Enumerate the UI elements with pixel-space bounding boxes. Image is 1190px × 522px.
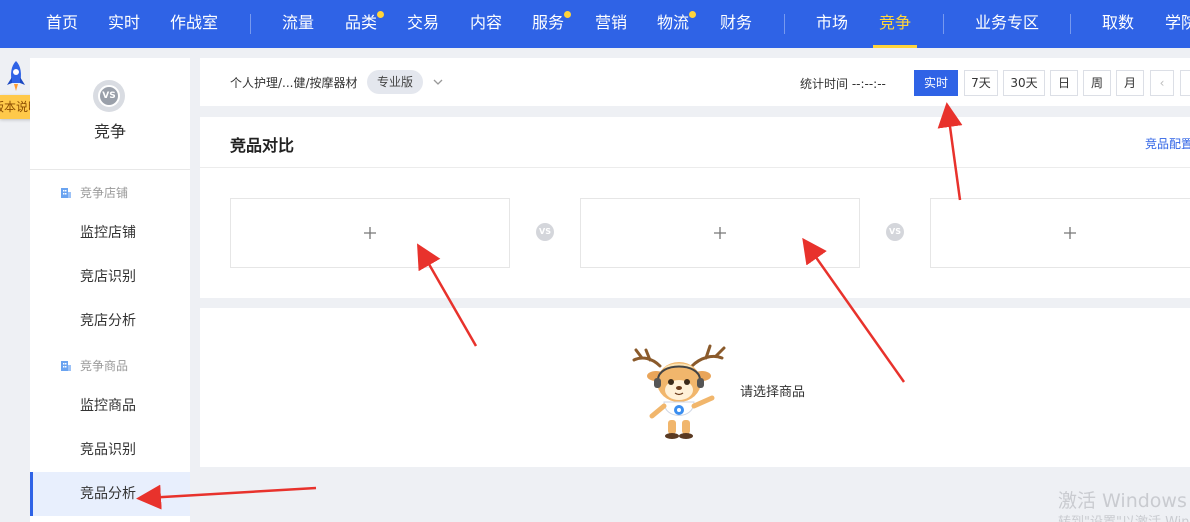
category-breadcrumb[interactable]: 个人护理/...健/按摩器材	[230, 74, 358, 91]
vs-logo-icon: VS	[93, 80, 125, 112]
nav-home[interactable]: 首页	[46, 0, 78, 48]
building-icon	[61, 360, 71, 371]
sidebar-group-competing-shops: 竞争店铺	[60, 184, 128, 201]
sidebar-item-product-analysis[interactable]: 竞品分析	[30, 472, 190, 516]
nav-service[interactable]: 服务	[532, 0, 572, 48]
nav-logistics-label: 物流	[657, 13, 690, 32]
nav-separator	[250, 14, 251, 34]
stat-time-label: 统计时间 --:--:--	[800, 77, 886, 91]
nav-business-zone[interactable]: 业务专区	[975, 0, 1039, 48]
nav-war-room[interactable]: 作战室	[170, 0, 218, 48]
nav-separator	[1070, 14, 1071, 34]
nav-finance[interactable]: 财务	[720, 0, 752, 48]
period-month-button[interactable]: 月	[1116, 70, 1144, 96]
next-period-button[interactable]	[1180, 70, 1190, 96]
compare-card-title: 竞品对比	[230, 136, 295, 155]
period-week-button[interactable]: 周	[1083, 70, 1111, 96]
add-product-slot-3[interactable]	[930, 198, 1190, 268]
nav-separator	[784, 14, 785, 34]
nav-content[interactable]: 内容	[470, 0, 502, 48]
filter-bar: 个人护理/...健/按摩器材 专业版 统计时间 --:--:-- 实时 7天 3…	[200, 58, 1190, 106]
sidebar-group-label: 竞争商品	[80, 359, 129, 373]
nav-logistics[interactable]: 物流	[657, 0, 697, 48]
vs-icon: VS	[536, 223, 554, 241]
plus-icon	[1064, 227, 1076, 239]
product-config-link[interactable]: 竞品配置	[1145, 135, 1190, 152]
compare-card: 竞品对比 竞品配置 VS VS	[200, 117, 1190, 298]
add-product-slot-1[interactable]	[230, 198, 510, 268]
notification-dot	[377, 11, 385, 18]
sidebar-item-shop-identify[interactable]: 竞店识别	[30, 255, 190, 299]
nav-service-label: 服务	[532, 13, 565, 32]
top-navigation: 首页 实时 作战室 流量 品类 交易 内容 服务 营销 物流 财务 市场 竞争 …	[0, 0, 1190, 48]
plus-icon	[714, 227, 726, 239]
plus-icon	[364, 227, 376, 239]
nav-competition[interactable]: 竞争	[872, 0, 918, 48]
sidebar-item-monitor-shops[interactable]: 监控店铺	[30, 211, 190, 255]
sidebar-title: 竞争	[93, 122, 126, 141]
left-tool-strip	[0, 48, 30, 522]
empty-state-message: 请选择商品	[740, 385, 806, 400]
sidebar-group-competing-products: 竞争商品	[60, 357, 128, 374]
nav-traffic[interactable]: 流量	[282, 0, 314, 48]
nav-academy[interactable]: 学院	[1165, 0, 1190, 48]
nav-trade[interactable]: 交易	[407, 0, 439, 48]
nav-category-label: 品类	[345, 13, 378, 32]
prev-period-button[interactable]: ‹	[1150, 70, 1174, 96]
sidebar-header: VS 竞争	[30, 58, 190, 170]
nav-data-fetch[interactable]: 取数	[1102, 0, 1134, 48]
building-icon	[61, 187, 71, 198]
nav-separator	[943, 14, 944, 34]
sidebar-item-shop-analysis[interactable]: 竞店分析	[30, 299, 190, 343]
chevron-down-icon[interactable]	[432, 76, 444, 88]
empty-state-card: 请选择商品	[200, 308, 1190, 467]
divider	[200, 167, 1190, 168]
windows-activation-watermark-sub: 转到"设置"以激活 Windows。	[1058, 511, 1190, 522]
period-30d-button[interactable]: 30天	[1003, 70, 1045, 96]
notification-dot	[689, 11, 697, 18]
windows-activation-watermark: 激活 Windows	[1058, 490, 1187, 512]
period-realtime-button[interactable]: 实时	[914, 70, 958, 96]
period-7d-button[interactable]: 7天	[964, 70, 998, 96]
nav-realtime[interactable]: 实时	[108, 0, 140, 48]
sidebar-item-monitor-products[interactable]: 监控商品	[30, 384, 190, 428]
rocket-icon[interactable]	[4, 60, 28, 94]
period-day-button[interactable]: 日	[1050, 70, 1078, 96]
add-product-slot-2[interactable]	[580, 198, 860, 268]
sidebar-item-product-identify[interactable]: 竞品识别	[30, 428, 190, 472]
deer-mascot-illustration	[632, 344, 726, 439]
nav-category[interactable]: 品类	[345, 0, 385, 48]
nav-market[interactable]: 市场	[816, 0, 848, 48]
notification-dot	[564, 11, 572, 18]
edition-tag[interactable]: 专业版	[367, 70, 424, 94]
sidebar-group-label: 竞争店铺	[80, 186, 129, 200]
nav-marketing[interactable]: 营销	[595, 0, 627, 48]
sidebar: VS 竞争 竞争店铺 监控店铺 竞店识别 竞店分析 竞争商品 监控商品 竞品识别…	[30, 58, 190, 522]
vs-icon: VS	[886, 223, 904, 241]
